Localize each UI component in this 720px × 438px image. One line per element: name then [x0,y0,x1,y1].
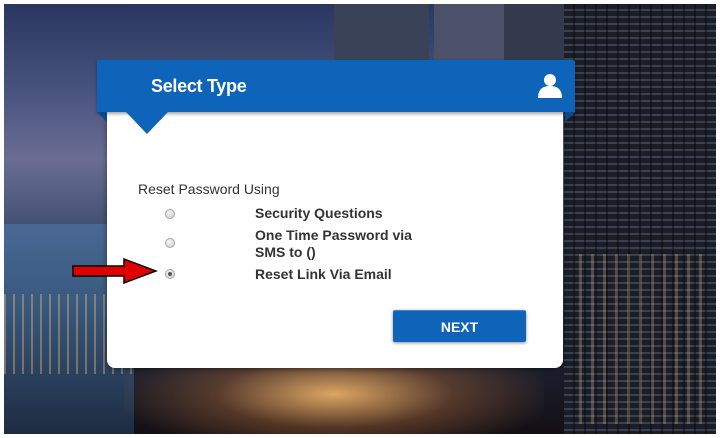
red-arrow-icon [72,258,158,284]
dialog-title: Select Type [151,76,247,96]
option-label-security-questions: Security Questions [255,205,383,221]
radio-reset-link-email[interactable] [165,269,175,279]
header-pointer [126,112,168,134]
radio-one-time-password-sms[interactable] [165,238,175,248]
background-city-lights [579,254,709,424]
next-button[interactable]: NEXT [393,310,526,342]
option-label-one-time-password-sms: One Time Password via SMS to () [255,227,412,260]
radio-security-questions[interactable] [165,209,175,219]
dialog-header: Select Type [97,60,575,122]
option-label-reset-link-email: Reset Link Via Email [255,266,392,282]
reset-password-prompt: Reset Password Using [138,181,280,197]
user-icon [538,74,562,98]
